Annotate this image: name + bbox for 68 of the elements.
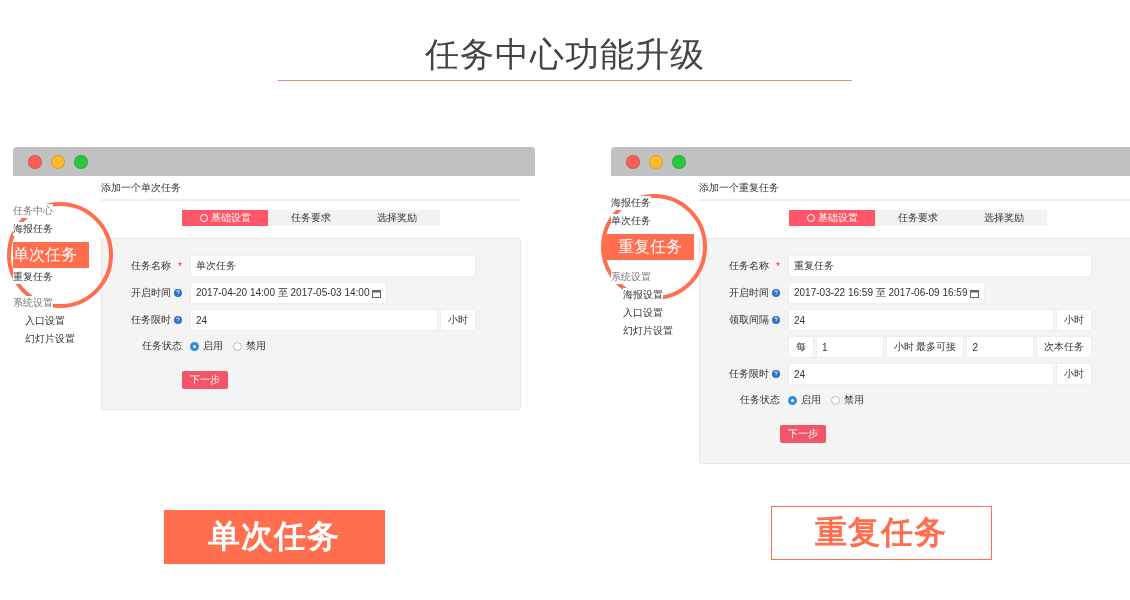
- sidebar-item[interactable]: 海报设置: [623, 288, 663, 302]
- callout-label: 单次任务: [13, 242, 89, 268]
- tab[interactable]: 任务要求: [268, 210, 354, 226]
- close-icon[interactable]: [626, 154, 640, 169]
- close-icon[interactable]: [28, 154, 42, 169]
- radio-option[interactable]: 禁用: [233, 339, 266, 353]
- sidebar-item[interactable]: 海报任务: [13, 222, 53, 236]
- radio-button[interactable]: [788, 395, 797, 405]
- caption-label: 重复任务: [770, 506, 992, 560]
- input-field[interactable]: 2: [966, 336, 1034, 358]
- tab[interactable]: 任务要求: [875, 210, 961, 226]
- help-icon[interactable]: [174, 289, 182, 297]
- input-field[interactable]: 单次任务: [190, 255, 476, 277]
- page-heading: 添加一个重复任务: [699, 176, 1130, 201]
- sidebar-item[interactable]: 入口设置: [25, 314, 65, 328]
- input-field[interactable]: 24: [788, 363, 1054, 385]
- calendar-icon[interactable]: [372, 288, 382, 298]
- page-title: 任务中心功能升级: [425, 34, 705, 74]
- sidebar-item[interactable]: 幻灯片设置: [623, 324, 673, 338]
- unit-addon: 小时: [1056, 309, 1092, 331]
- field-label: 任务状态: [740, 393, 780, 407]
- sidebar-group-title: 系统设置: [611, 270, 651, 284]
- tab[interactable]: 选择奖励: [961, 210, 1047, 226]
- caption-label: 单次任务: [163, 510, 385, 564]
- help-icon[interactable]: [174, 316, 182, 324]
- field-label: 任务限时: [729, 367, 769, 381]
- field-label: 开启时间: [729, 286, 769, 300]
- calendar-icon[interactable]: [970, 288, 980, 298]
- callout-label: 重复任务: [603, 234, 694, 260]
- required-mark: *: [178, 260, 182, 272]
- text-addon: 小时 最多可接: [885, 336, 965, 358]
- radio-option[interactable]: 启用: [190, 339, 223, 353]
- input-field[interactable]: 重复任务: [788, 255, 1092, 277]
- help-icon[interactable]: [772, 316, 780, 324]
- input-field[interactable]: 1: [816, 336, 884, 358]
- field-label: 任务名称: [729, 259, 770, 273]
- sidebar-item[interactable]: 海报任务: [611, 196, 651, 210]
- unit-addon: 小时: [440, 309, 476, 331]
- field-label: 任务限时: [131, 313, 171, 327]
- page-heading: 添加一个单次任务: [101, 176, 521, 201]
- date-range-field[interactable]: 2017-03-22 16:59 至 2017-06-09 16:59: [788, 282, 986, 304]
- input-field[interactable]: 24: [788, 309, 1054, 331]
- field-label: 开启时间: [131, 286, 171, 300]
- sidebar-item[interactable]: 入口设置: [623, 306, 663, 320]
- maximize-icon[interactable]: [672, 154, 686, 169]
- text-addon: 每: [788, 336, 814, 358]
- unit-addon: 小时: [1056, 363, 1092, 385]
- input-field[interactable]: 24: [190, 309, 438, 331]
- sidebar-item[interactable]: 单次任务: [611, 214, 651, 228]
- date-range-field[interactable]: 2017-04-20 14:00 至 2017-05-03 14:00: [190, 282, 388, 304]
- field-label: 任务状态: [142, 339, 182, 353]
- sidebar-group-title: 任务中心: [13, 204, 53, 218]
- sidebar-item[interactable]: 重复任务: [13, 270, 53, 284]
- maximize-icon[interactable]: [74, 154, 88, 169]
- field-label: 领取间隔: [729, 313, 769, 327]
- radio-option[interactable]: 禁用: [831, 393, 864, 407]
- help-icon[interactable]: [772, 370, 780, 378]
- radio-option[interactable]: 启用: [788, 393, 821, 407]
- field-label: 任务名称: [131, 259, 172, 273]
- tab[interactable]: 选择奖励: [354, 210, 440, 226]
- sidebar-item[interactable]: 幻灯片设置: [25, 332, 75, 346]
- sidebar-group-title: 系统设置: [13, 296, 53, 310]
- radio-button[interactable]: [190, 341, 199, 351]
- radio-button[interactable]: [831, 395, 840, 405]
- required-mark: *: [776, 260, 780, 272]
- text-addon: 次本任务: [1036, 336, 1092, 358]
- help-icon[interactable]: [772, 289, 780, 297]
- radio-button[interactable]: [233, 341, 242, 351]
